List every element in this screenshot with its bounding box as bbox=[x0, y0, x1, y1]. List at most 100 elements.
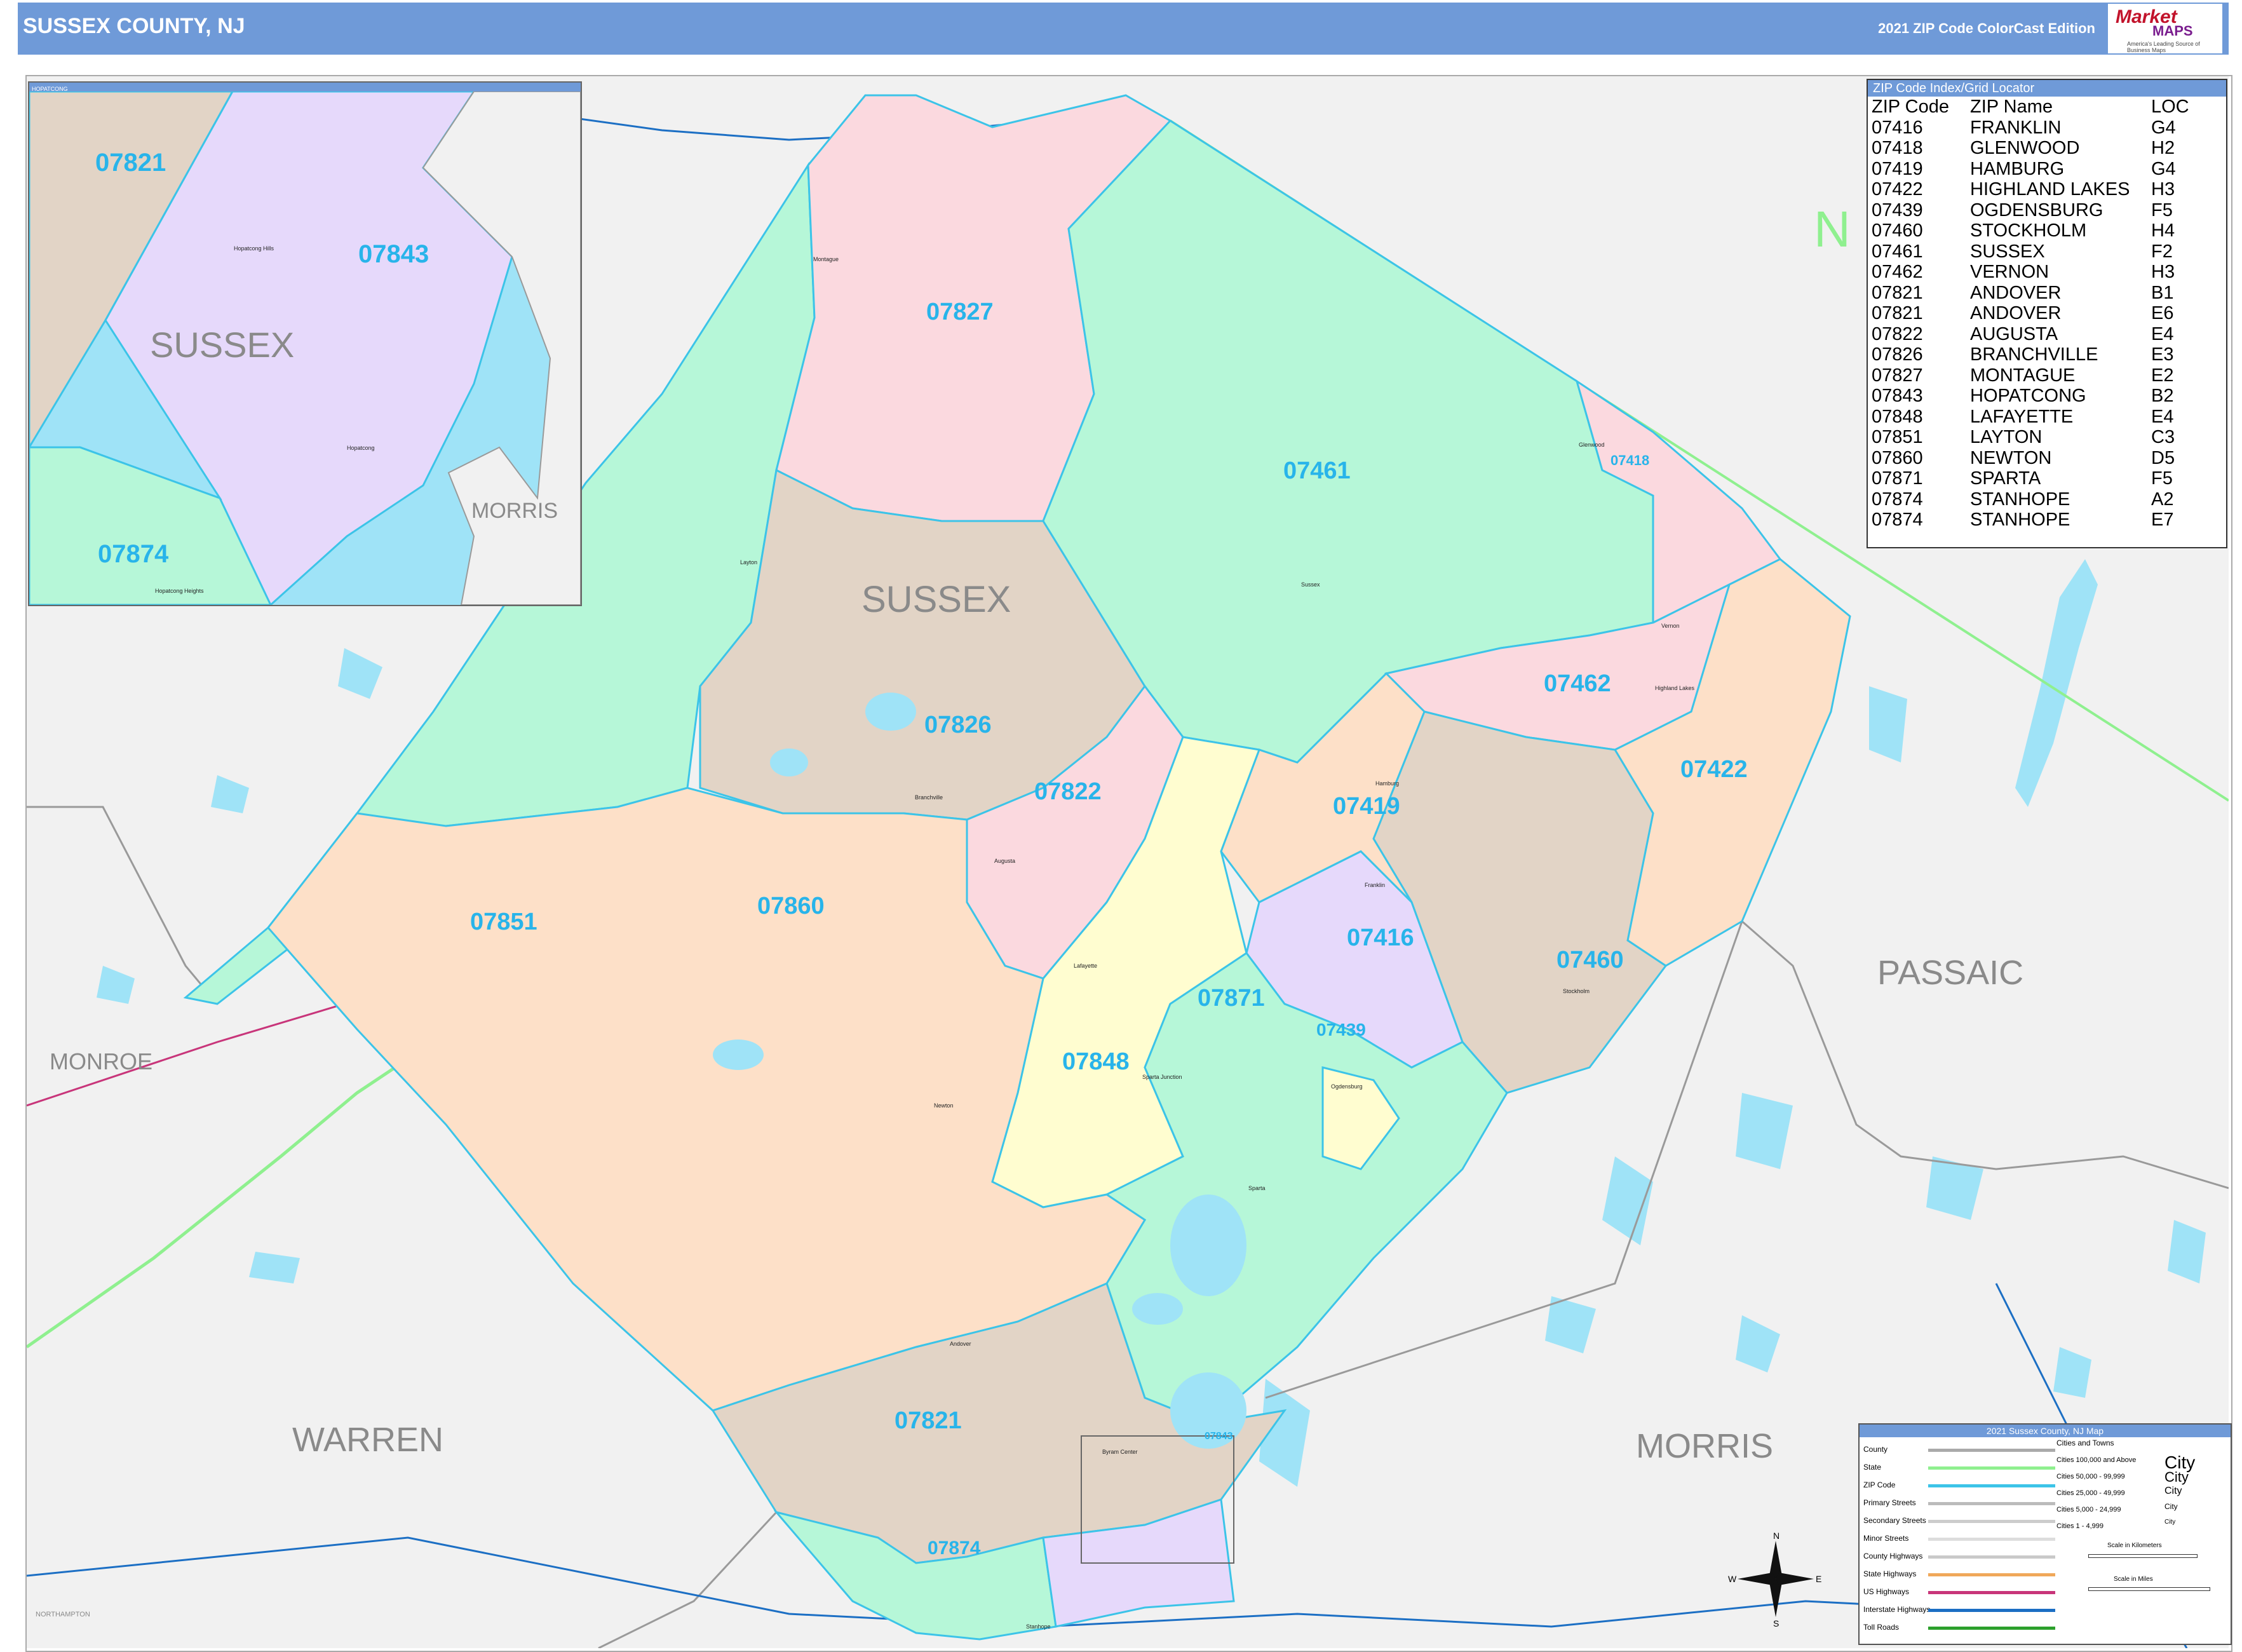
zip-index-cell: G4 bbox=[2151, 158, 2176, 179]
legend-item-swatch bbox=[1928, 1555, 2055, 1559]
zip-index-row: 07416 FRANKLIN G4 bbox=[1872, 118, 2189, 139]
zip-index-cell: ANDOVER bbox=[1970, 282, 2062, 303]
county-label-monroe: MONROE bbox=[50, 1048, 152, 1074]
zip-index-cell: 07874 bbox=[1872, 510, 1923, 530]
legend-item-label: Primary Streets bbox=[1863, 1498, 1916, 1507]
zip-index-cell: 07821 bbox=[1872, 303, 1923, 323]
zip-index-cell: E4 bbox=[2151, 406, 2174, 427]
scale-km-bar bbox=[2088, 1554, 2198, 1558]
zip-index-cell: 07860 bbox=[1872, 447, 1923, 468]
county-label-northampton: NORTHAMPTON bbox=[36, 1611, 90, 1618]
inset-place-label: Hopatcong Heights bbox=[155, 588, 204, 594]
zip-index-cell: 07462 bbox=[1872, 262, 1923, 282]
legend-item-label: County Highways bbox=[1863, 1552, 1923, 1561]
edition-label: 2021 ZIP Code ColorCast Edition bbox=[1878, 20, 2095, 36]
market-maps-logo: Market MAPS America's Leading Source of … bbox=[2108, 4, 2222, 53]
zip-index-table: ZIP Code Index/Grid Locator ZIP Code ZIP … bbox=[1867, 79, 2227, 548]
zip-index-cell: 07848 bbox=[1872, 406, 1923, 427]
legend-item-swatch bbox=[1928, 1466, 2055, 1470]
place-label: Andover bbox=[950, 1341, 971, 1347]
zip-index-cell: 07821 bbox=[1872, 282, 1923, 303]
compass-rose-icon: N S E W bbox=[1728, 1531, 1821, 1627]
zip-index-cell: HOPATCONG bbox=[1970, 386, 2086, 406]
zip-index-cell: STANHOPE bbox=[1970, 510, 2070, 530]
zip-index-cell: GLENWOOD bbox=[1970, 138, 2080, 158]
legend-item-label: Minor Streets bbox=[1863, 1534, 1909, 1543]
legend-item-label: ZIP Code bbox=[1863, 1480, 1896, 1489]
zip-index-cell: 07418 bbox=[1872, 138, 1923, 158]
inset-county-morris: MORRIS bbox=[471, 499, 558, 523]
zip-label-07826: 07826 bbox=[924, 712, 992, 738]
zip-index-cell: 07822 bbox=[1872, 323, 1923, 344]
legend-city-sample: City bbox=[2164, 1519, 2176, 1526]
map-header: SUSSEX COUNTY, NJ 2021 ZIP Code ColorCas… bbox=[18, 3, 2229, 55]
legend-item-swatch bbox=[1928, 1520, 2055, 1523]
inset-place-label: Hopatcong bbox=[347, 445, 375, 451]
compass-s: S bbox=[1773, 1618, 1779, 1627]
place-label: Branchville bbox=[915, 794, 943, 801]
zip-index-cell: STOCKHOLM bbox=[1970, 220, 2087, 241]
county-label-morris: MORRIS bbox=[1636, 1427, 1773, 1465]
place-label: Layton bbox=[740, 559, 758, 565]
scale-km-label: Scale in Kilometers bbox=[2107, 1542, 2162, 1549]
zip-index-row: 07851 LAYTON C3 bbox=[1872, 427, 2189, 448]
legend-city-class: Cities 100,000 and Above bbox=[2056, 1456, 2137, 1464]
zip-index-cell: 07851 bbox=[1872, 427, 1923, 447]
zip-index-cell: SPARTA bbox=[1970, 468, 2041, 489]
logo-brand-bottom: MAPS bbox=[2152, 23, 2193, 39]
inset-county-sussex: SUSSEX bbox=[150, 325, 295, 365]
place-label: Stanhope bbox=[1026, 1623, 1051, 1630]
zip-index-row: 07848 LAFAYETTE E4 bbox=[1872, 407, 2189, 428]
zip-index-cell: H3 bbox=[2151, 262, 2175, 282]
legend-city-sample: City bbox=[2164, 1502, 2178, 1511]
zip-index-cell: LAFAYETTE bbox=[1970, 406, 2074, 427]
place-label: Sussex bbox=[1301, 581, 1320, 588]
zip-index-cell: H2 bbox=[2151, 138, 2175, 158]
place-label: Glenwood bbox=[1579, 442, 1605, 448]
zip-index-cell: SUSSEX bbox=[1970, 241, 2045, 262]
zip-index-cell: 07843 bbox=[1872, 386, 1923, 406]
legend-item-label: US Highways bbox=[1863, 1587, 1910, 1596]
zip-index-cell: HAMBURG bbox=[1970, 158, 2065, 179]
legend-item-swatch bbox=[1928, 1484, 2055, 1487]
legend-city-sample: City bbox=[2164, 1486, 2182, 1496]
zip-index-cell: 07461 bbox=[1872, 241, 1923, 262]
zip-index-cell: 07419 bbox=[1872, 158, 1923, 179]
zip-label-07462: 07462 bbox=[1544, 670, 1611, 697]
zip-index-cell: 07874 bbox=[1872, 489, 1923, 510]
place-label: Franklin bbox=[1365, 882, 1386, 888]
place-label: Montague bbox=[813, 256, 839, 262]
county-label-sussex: SUSSEX bbox=[861, 579, 1011, 620]
zip-index-cell: 07460 bbox=[1872, 220, 1923, 241]
zip-index-row: 07860 NEWTON D5 bbox=[1872, 448, 2189, 469]
zip-index-cell: STANHOPE bbox=[1970, 489, 2070, 510]
zip-index-cell: BRANCHVILLE bbox=[1970, 344, 2098, 365]
zip-index-cell: VERNON bbox=[1970, 262, 2050, 282]
scale-mi-label: Scale in Miles bbox=[2114, 1576, 2153, 1583]
legend-item-swatch bbox=[1928, 1449, 2055, 1452]
zip-index-row: 07874 STANHOPE A2 bbox=[1872, 489, 2189, 510]
state-label-ny: N bbox=[1814, 201, 1851, 257]
zip-index-row: 07871 SPARTA F5 bbox=[1872, 468, 2189, 489]
legend-city-sample: City bbox=[2164, 1469, 2189, 1485]
zip-label-07461: 07461 bbox=[1283, 457, 1351, 484]
county-label-warren: WARREN bbox=[292, 1421, 443, 1459]
zip-index-grid: ZIP Code ZIP Name LOC 07416 FRANKLIN G4 07418 G… bbox=[1872, 97, 2189, 531]
county-label-passaic: PASSAIC bbox=[1877, 954, 2024, 992]
zip-index-row: 07460 STOCKHOLM H4 bbox=[1872, 220, 2189, 241]
place-label: Hamburg bbox=[1375, 780, 1400, 787]
zip-index-cell: F5 bbox=[2151, 468, 2173, 489]
zip-index-cell: E3 bbox=[2151, 344, 2174, 365]
legend-item-swatch bbox=[1928, 1538, 2055, 1541]
zip-index-cell: H4 bbox=[2151, 220, 2175, 241]
zip-label-07871: 07871 bbox=[1198, 985, 1265, 1012]
zip-index-cell: E7 bbox=[2151, 510, 2174, 530]
zip-index-cell: ANDOVER bbox=[1970, 303, 2062, 323]
zip-index-cell: HIGHLAND LAKES bbox=[1970, 179, 2130, 200]
scale-mi-bar bbox=[2088, 1587, 2210, 1591]
zip-index-cell: F5 bbox=[2151, 200, 2173, 220]
inset-zip-07874: 07874 bbox=[98, 540, 169, 568]
map-legend: 2021 Sussex County, NJ Map County State ZI… bbox=[1858, 1423, 2232, 1645]
zip-index-header-cell: LOC bbox=[2151, 97, 2189, 117]
place-label: Sparta Junction bbox=[1142, 1074, 1182, 1080]
